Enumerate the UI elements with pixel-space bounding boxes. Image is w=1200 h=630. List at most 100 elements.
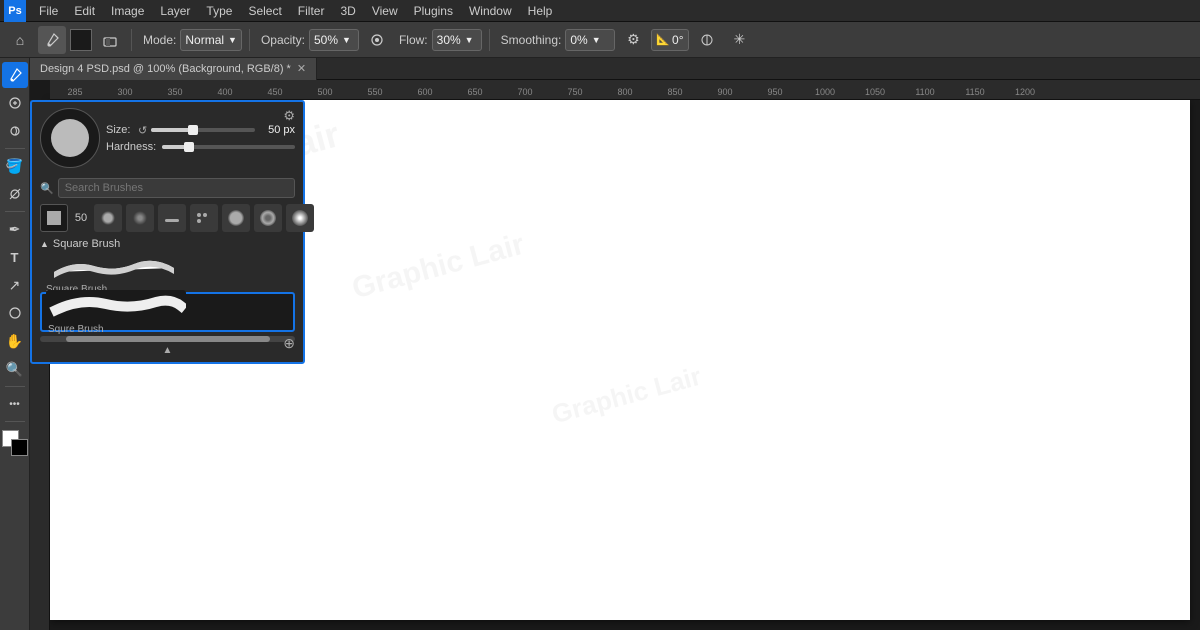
brush-type-circle[interactable] xyxy=(94,204,122,232)
close-tab-button[interactable]: ✕ xyxy=(297,62,306,75)
menu-view[interactable]: View xyxy=(365,2,405,20)
soft-brush-icon xyxy=(133,211,147,225)
brush-type-soft[interactable] xyxy=(126,204,154,232)
ruler-1000: 1000 xyxy=(800,87,850,97)
smoothing-label: Smoothing: xyxy=(501,33,562,47)
opacity-label: Opacity: xyxy=(261,33,305,47)
ruler-1150: 1150 xyxy=(950,87,1000,97)
brush-item-2-content: Squre Brush xyxy=(46,290,289,335)
size-slider[interactable] xyxy=(151,128,255,132)
hand-tool[interactable]: ✋ xyxy=(2,328,28,354)
scroll-up-icon: ▲ xyxy=(163,345,173,356)
extra-button[interactable]: ✳ xyxy=(725,26,753,54)
clone-tool[interactable] xyxy=(2,118,28,144)
separator-1 xyxy=(131,29,132,51)
brush-type-large[interactable] xyxy=(222,204,250,232)
tab-bar: Design 4 PSD.psd @ 100% (Background, RGB… xyxy=(30,58,1200,80)
menu-type[interactable]: Type xyxy=(199,2,239,20)
brush-icon xyxy=(44,32,60,48)
ruler-950: 950 xyxy=(750,87,800,97)
mode-arrow: ▼ xyxy=(228,35,237,45)
menu-select[interactable]: Select xyxy=(241,2,288,20)
symmetry-button[interactable] xyxy=(693,26,721,54)
brush-hardness-row: Hardness: xyxy=(106,141,295,153)
brush-type-line[interactable] xyxy=(158,204,186,232)
brush-search-input[interactable] xyxy=(58,178,295,198)
smoothing-input[interactable]: 0% ▼ xyxy=(565,29,615,51)
mode-dropdown[interactable]: Normal ▼ xyxy=(180,29,242,51)
brush-item-1[interactable]: Square Brush xyxy=(40,252,295,292)
glow-brush-icon xyxy=(292,210,308,226)
scroll-up-button[interactable]: ▲ xyxy=(32,342,303,356)
dodge-tool[interactable] xyxy=(2,181,28,207)
brush-tool-button[interactable] xyxy=(38,26,66,54)
paint-bucket-tool[interactable]: 🪣 xyxy=(2,153,28,179)
text-tool[interactable]: T xyxy=(2,244,28,270)
angle-value: 0° xyxy=(672,33,683,47)
smoothing-settings-button[interactable]: ⚙ xyxy=(619,26,647,54)
brush-preview xyxy=(40,108,100,168)
brush-top-row: Size: ↺ 50 px Hardness: xyxy=(40,108,295,168)
brush-search-row: 🔍 xyxy=(32,178,303,202)
heal-tool[interactable] xyxy=(2,90,28,116)
add-brush-button[interactable]: ⊕ xyxy=(283,335,295,352)
ellipse-tool[interactable] xyxy=(2,300,28,326)
circle-brush-icon xyxy=(101,211,115,225)
airbrush-button[interactable] xyxy=(363,26,391,54)
brush-type-feather[interactable] xyxy=(254,204,282,232)
opacity-input[interactable]: 50% ▼ xyxy=(309,29,359,51)
ps-logo: Ps xyxy=(4,0,26,22)
menu-3d[interactable]: 3D xyxy=(333,2,362,20)
mode-label: Mode: xyxy=(143,33,176,47)
menu-file[interactable]: File xyxy=(32,2,65,20)
ruler-285: 285 xyxy=(50,87,100,97)
color-picker[interactable] xyxy=(2,430,28,456)
tool-sep-2 xyxy=(5,211,25,212)
size-slider-fill xyxy=(151,128,193,132)
brush-type-dots[interactable] xyxy=(190,204,218,232)
angle-input[interactable]: 📐 0° xyxy=(651,29,689,51)
flow-value: 30% xyxy=(437,33,461,47)
pen-tool[interactable]: ✒ xyxy=(2,216,28,242)
ruler-800: 800 xyxy=(600,87,650,97)
hardness-label: Hardness: xyxy=(106,141,158,153)
ellipse-icon xyxy=(8,306,22,320)
home-button[interactable]: ⌂ xyxy=(6,26,34,54)
ruler-850: 850 xyxy=(650,87,700,97)
ruler-300: 300 xyxy=(100,87,150,97)
select-tool[interactable]: ↗ xyxy=(2,272,28,298)
brush-type-glow[interactable] xyxy=(286,204,314,232)
square-brush-icon xyxy=(47,211,61,225)
ruler-600: 600 xyxy=(400,87,450,97)
menu-help[interactable]: Help xyxy=(521,2,560,20)
search-icon: 🔍 xyxy=(40,182,54,195)
brush-item-2[interactable]: Squre Brush xyxy=(40,292,295,332)
smoothing-value: 0% xyxy=(570,33,587,47)
airbrush-icon xyxy=(369,32,385,48)
menu-bar: Ps File Edit Image Layer Type Select Fil… xyxy=(0,0,1200,22)
hardness-slider[interactable] xyxy=(162,145,295,149)
more-tools[interactable]: ••• xyxy=(2,391,28,417)
document-tab[interactable]: Design 4 PSD.psd @ 100% (Background, RGB… xyxy=(30,58,317,80)
eraser-button[interactable] xyxy=(96,26,124,54)
menu-filter[interactable]: Filter xyxy=(291,2,332,20)
zoom-tool[interactable]: 🔍 xyxy=(2,356,28,382)
menu-layer[interactable]: Layer xyxy=(153,2,197,20)
size-slider-thumb[interactable] xyxy=(188,125,198,135)
color-swatch[interactable] xyxy=(70,29,92,51)
large-brush-icon xyxy=(228,210,244,226)
menu-window[interactable]: Window xyxy=(462,2,519,20)
flow-arrow: ▼ xyxy=(465,35,474,45)
brush-stroke-2 xyxy=(46,290,186,322)
brush-settings-button[interactable]: ⚙ xyxy=(283,108,295,124)
hardness-slider-thumb[interactable] xyxy=(184,142,194,152)
menu-plugins[interactable]: Plugins xyxy=(407,2,460,20)
menu-image[interactable]: Image xyxy=(104,2,151,20)
flow-input[interactable]: 30% ▼ xyxy=(432,29,482,51)
brush-type-square[interactable] xyxy=(40,204,68,232)
refresh-button[interactable]: ↺ xyxy=(138,124,147,137)
brush-size-row: Size: ↺ 50 px xyxy=(106,124,295,137)
brush-tool[interactable] xyxy=(2,62,28,88)
tool-sep-1 xyxy=(5,148,25,149)
menu-edit[interactable]: Edit xyxy=(67,2,102,20)
